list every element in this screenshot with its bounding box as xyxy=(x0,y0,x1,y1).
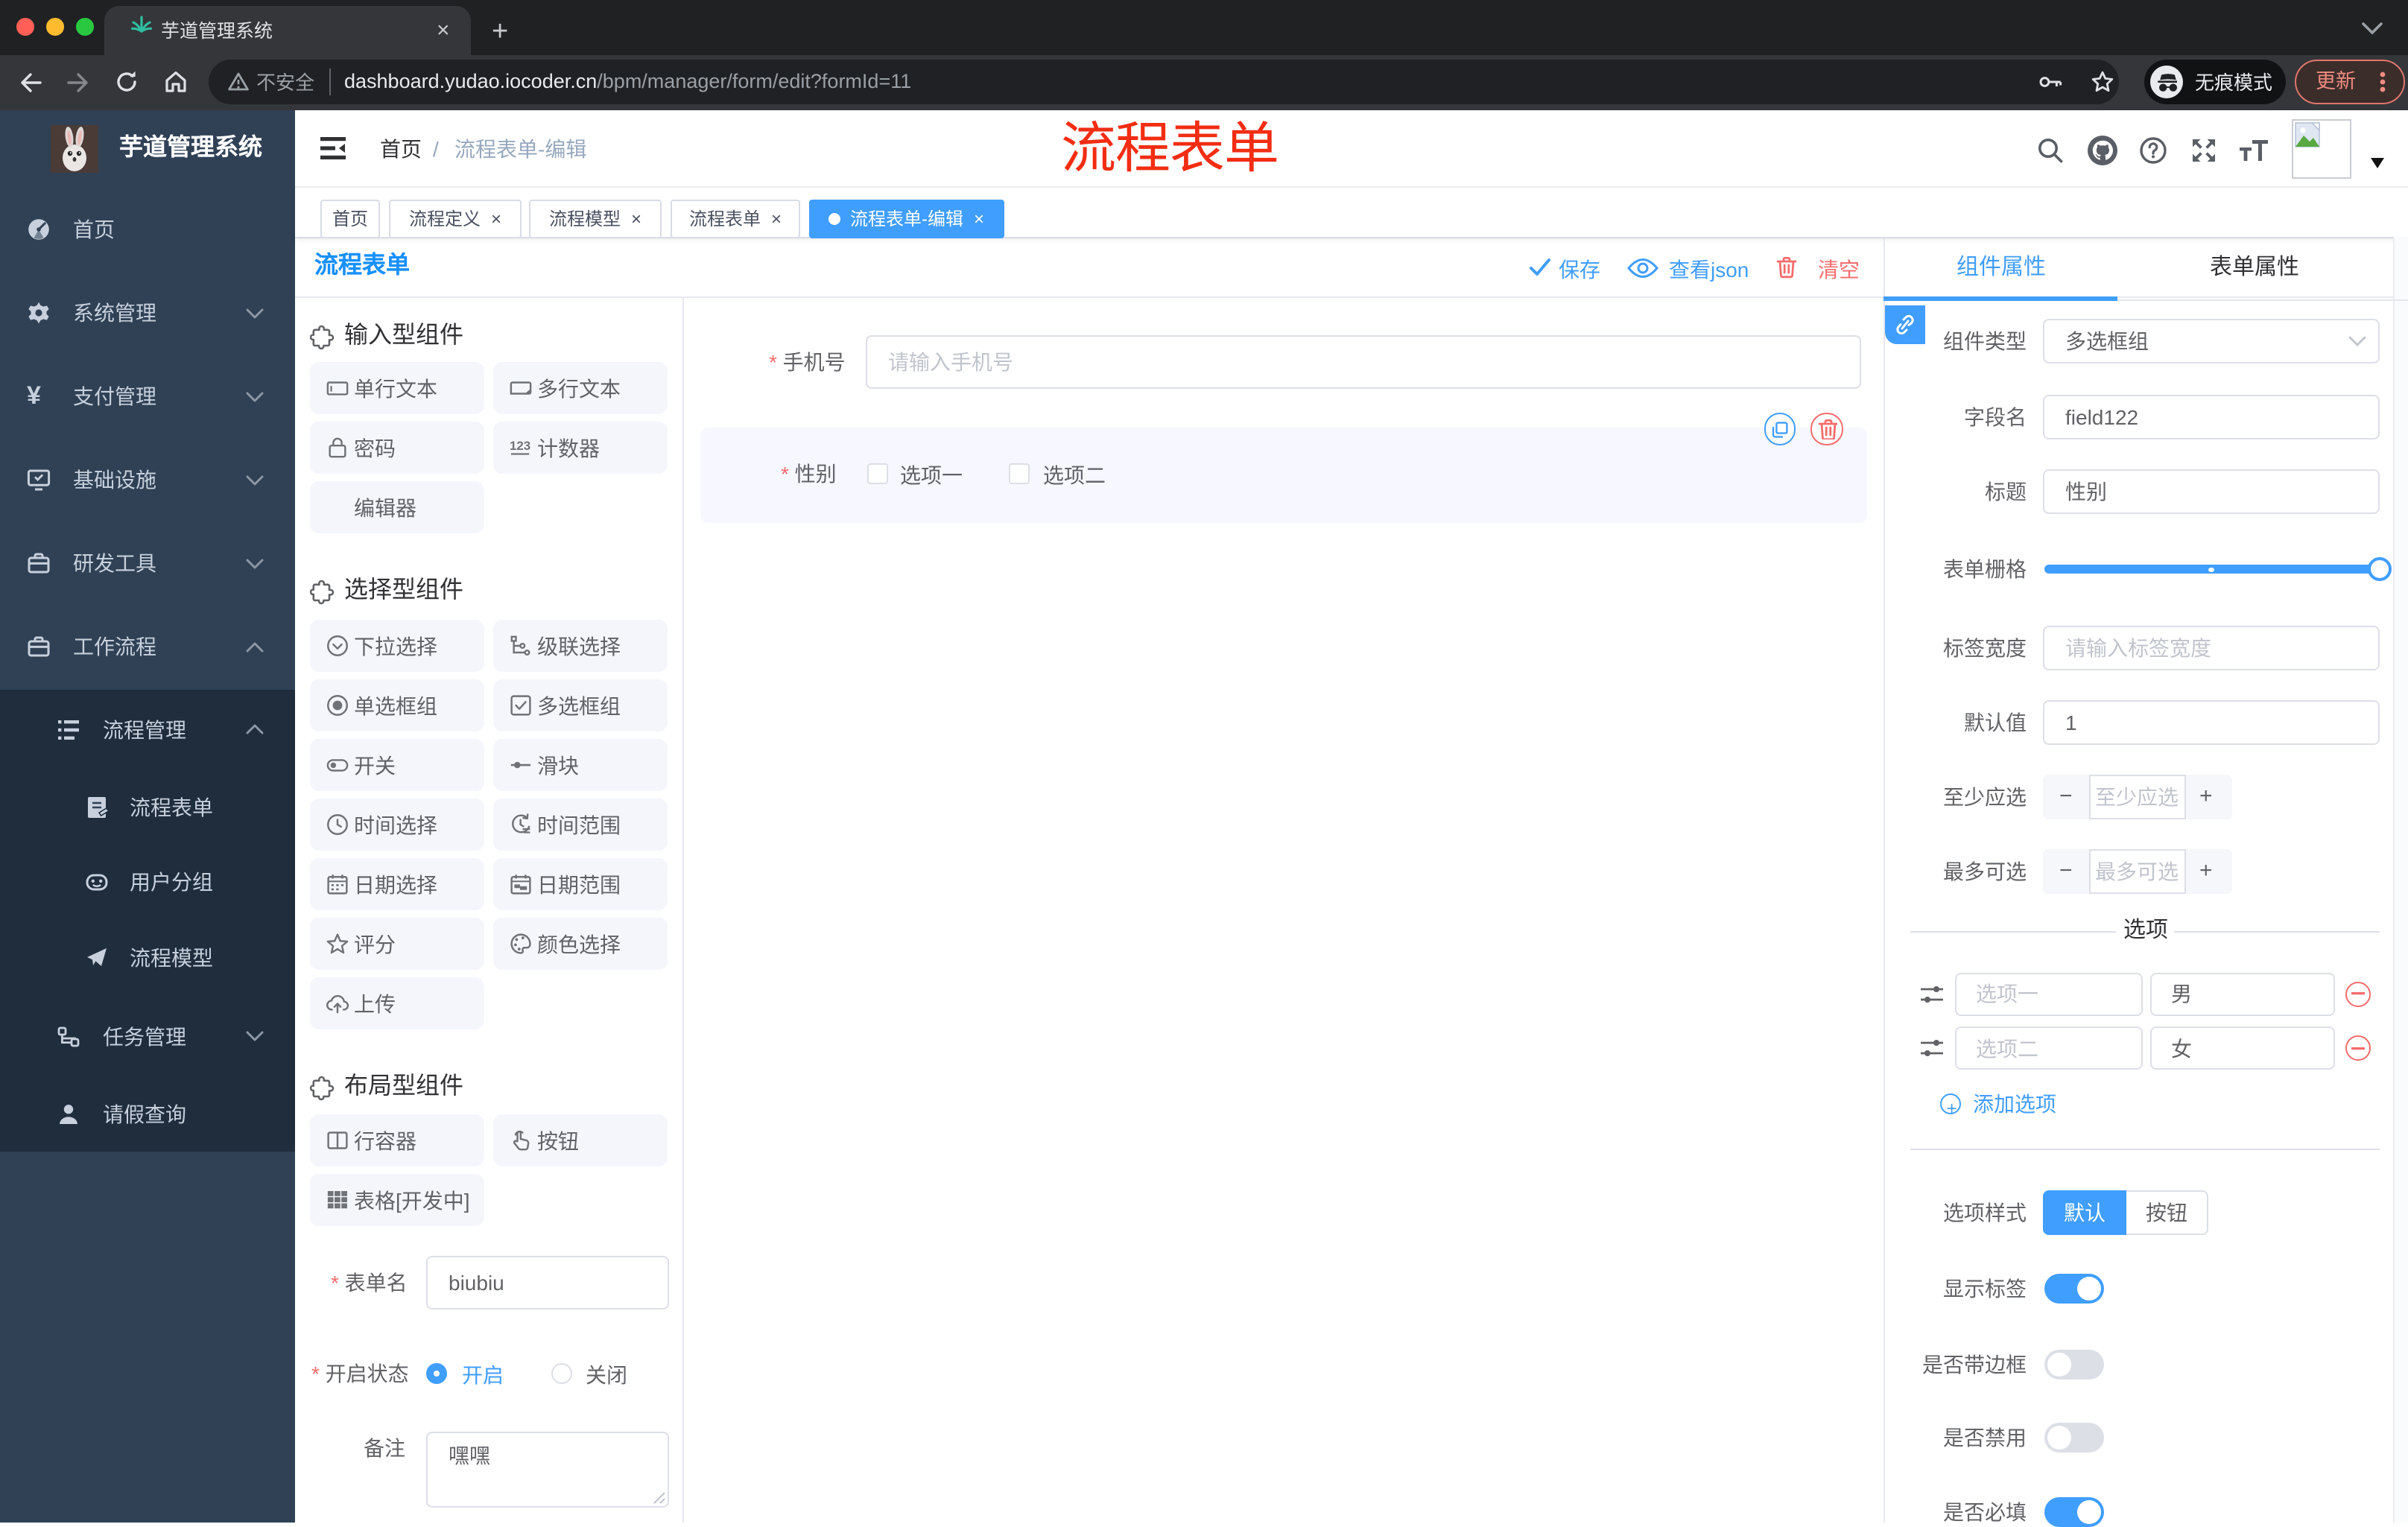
svg-text:123: 123 xyxy=(510,439,530,453)
